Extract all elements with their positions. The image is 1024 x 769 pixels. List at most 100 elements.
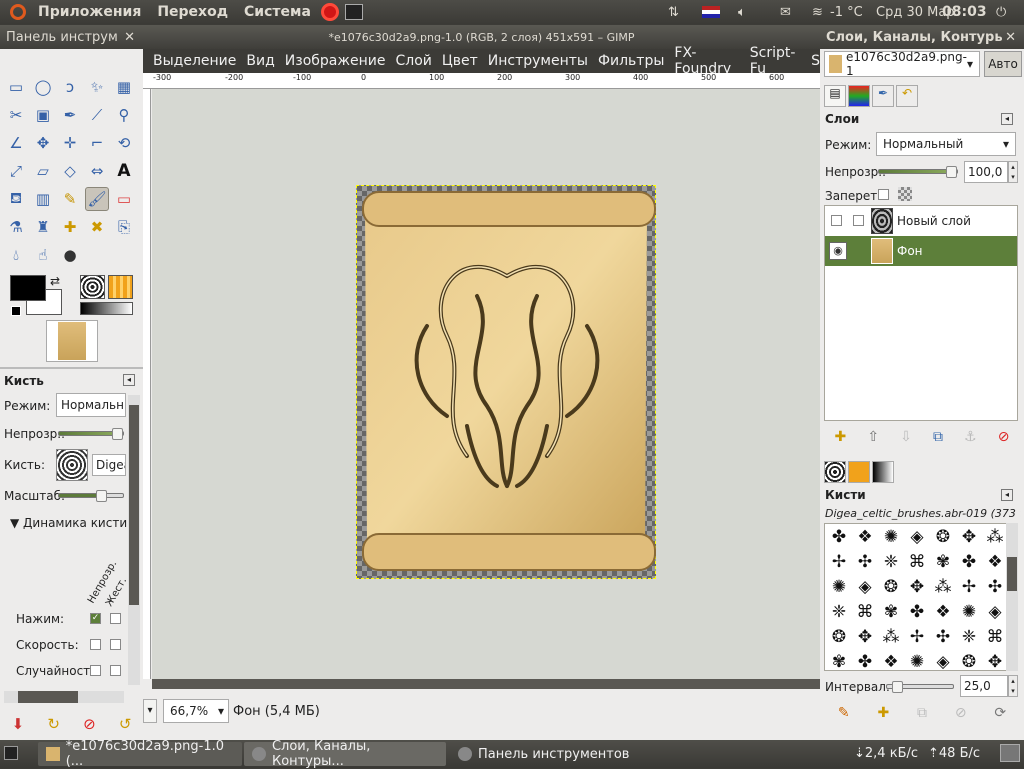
spacing-spinner[interactable]: ▴ ▾ <box>1008 675 1018 697</box>
blur-icon[interactable]: 💧︎ <box>4 243 28 267</box>
brush-thumbnail[interactable]: ✤ <box>957 551 981 574</box>
tab-channels[interactable] <box>848 85 870 107</box>
brush-thumbnail[interactable]: ✺ <box>879 526 903 549</box>
brush-thumbnail[interactable]: ❖ <box>983 551 1007 574</box>
duplicate-layer-icon[interactable]: ⧉ <box>933 429 943 445</box>
chevron-down-icon[interactable]: ▾ <box>218 704 224 718</box>
canvas-hscrollbar[interactable] <box>152 679 820 689</box>
pressure-opacity-checkbox[interactable]: ✓ <box>90 613 101 624</box>
brush-thumbnail[interactable]: ✣ <box>983 576 1007 599</box>
layer-visibility-toggle[interactable] <box>831 215 842 226</box>
clone-icon[interactable]: ✚ <box>58 215 82 239</box>
smudge-icon[interactable]: ☝ <box>31 243 55 267</box>
terminal-icon[interactable] <box>344 4 363 20</box>
tab-undo[interactable]: ↶ <box>896 85 918 107</box>
eye-icon[interactable]: ◉ <box>829 242 847 260</box>
new-layer-icon[interactable]: ✚ <box>835 429 847 445</box>
clock[interactable]: 08:03 <box>942 0 987 24</box>
brush-thumbnail[interactable]: ✥ <box>983 651 1007 670</box>
save-options-icon[interactable]: ⬇ <box>12 715 25 733</box>
brush-thumbnail[interactable]: ⌘ <box>853 601 877 624</box>
brush-thumbnail[interactable]: ✢ <box>827 551 851 574</box>
brush-thumbnail[interactable]: ❂ <box>827 626 851 649</box>
foreground-select-icon[interactable]: ▣ <box>31 103 55 127</box>
scissors-icon[interactable]: ✂ <box>4 103 28 127</box>
brush-thumbnail[interactable]: ❖ <box>853 526 877 549</box>
raise-layer-icon[interactable]: ⇧ <box>867 429 879 445</box>
brush-thumbnail[interactable]: ⁂ <box>983 526 1007 549</box>
airbrush-icon[interactable]: ⚗ <box>4 215 28 239</box>
paths-icon[interactable]: ✒ <box>58 103 82 127</box>
menu-image[interactable]: Изображение <box>285 53 386 69</box>
layer-opacity-field[interactable]: 100,0 <box>964 161 1008 183</box>
perspective-icon[interactable]: ◇ <box>58 159 82 183</box>
image-select[interactable]: e1076c30d2a9.png-1 ▾ <box>824 50 980 78</box>
spacing-field[interactable]: 25,0 <box>960 675 1008 697</box>
brush-thumbnail[interactable]: ❂ <box>879 576 903 599</box>
keyboard-flag-icon[interactable] <box>702 0 720 24</box>
velocity-opacity-checkbox[interactable] <box>90 639 101 650</box>
task-item[interactable]: *e1076c30d2a9.png-1.0 (... <box>38 739 242 769</box>
volume-icon[interactable]: 🔈︎ <box>738 0 746 24</box>
image-canvas[interactable] <box>152 89 820 679</box>
tab-patterns[interactable] <box>848 461 870 483</box>
auto-button[interactable]: Авто <box>984 51 1022 77</box>
brush-thumbnail[interactable]: ✺ <box>957 601 981 624</box>
heal-icon[interactable]: ✖ <box>85 215 109 239</box>
perspective-clone-icon[interactable]: ⎘ <box>112 215 136 239</box>
rotate-icon[interactable]: ⟲ <box>112 131 136 155</box>
opacity-slider-handle[interactable] <box>112 428 123 440</box>
brush-thumbnail[interactable]: ✣ <box>853 551 877 574</box>
lock-alpha-checkbox[interactable] <box>878 189 889 200</box>
brush-thumbnail[interactable]: ⌘ <box>983 626 1007 649</box>
brush-thumbnail[interactable]: ✺ <box>827 576 851 599</box>
menu-places[interactable]: Переход <box>157 4 228 20</box>
tab-layers[interactable]: ▤ <box>824 85 846 107</box>
pressure-hardness-checkbox[interactable] <box>110 613 121 624</box>
brush-thumbnail[interactable]: ❂ <box>957 651 981 670</box>
random-hardness-checkbox[interactable] <box>110 665 121 676</box>
unit-select[interactable]: ▾ <box>143 699 157 723</box>
gradient-icon[interactable]: ▥ <box>31 187 55 211</box>
panel-menu-icon[interactable]: ◂ <box>1001 489 1013 501</box>
brush-thumbnail[interactable]: ✺ <box>905 651 929 670</box>
brush-thumbnail[interactable]: ❖ <box>879 651 903 670</box>
brush-thumbnail[interactable]: ⁂ <box>931 576 955 599</box>
brush-thumbnail[interactable]: ✥ <box>853 626 877 649</box>
brush-thumbnail[interactable]: ❈ <box>827 601 851 624</box>
duplicate-brush-icon[interactable]: ⧉ <box>917 705 927 721</box>
paintbrush-icon[interactable]: 🖌︎ <box>85 187 109 211</box>
horizontal-ruler[interactable]: -300 -200 -100 0 100 200 300 400 500 600 <box>143 73 820 89</box>
brush-thumbnail[interactable]: ✥ <box>905 576 929 599</box>
brush-preview[interactable] <box>56 449 88 481</box>
zoom-select[interactable]: 66,7% ▾ <box>163 699 229 723</box>
brush-thumbnail[interactable]: ✣ <box>931 626 955 649</box>
measure-icon[interactable]: ∠ <box>4 131 28 155</box>
menu-colors[interactable]: Цвет <box>442 53 478 69</box>
dynamics-expander[interactable]: ▼ Динамика кисти <box>10 516 127 530</box>
brush-thumbnail[interactable]: ◈ <box>853 576 877 599</box>
flip-icon[interactable]: ⇔ <box>85 159 109 183</box>
anchor-layer-icon[interactable]: ⚓︎ <box>964 429 977 445</box>
tab-gradients[interactable] <box>872 461 894 483</box>
panel-menu-icon[interactable]: ◂ <box>1001 113 1013 125</box>
crop-icon[interactable]: ⌐ <box>85 131 109 155</box>
menu-layer[interactable]: Слой <box>395 53 431 69</box>
brush-thumbnail[interactable]: ❖ <box>931 601 955 624</box>
brush-thumbnail[interactable]: ⌘ <box>905 551 929 574</box>
menu-overflow[interactable]: S <box>811 53 820 69</box>
brush-thumbnail[interactable]: ✾ <box>827 651 851 670</box>
trash-icon[interactable] <box>1000 744 1020 762</box>
brush-thumbnail[interactable]: ✾ <box>879 601 903 624</box>
mail-icon[interactable]: ✉ <box>780 0 791 24</box>
brush-thumbnail[interactable]: ❂ <box>931 526 955 549</box>
close-icon[interactable]: ✕ <box>124 30 135 45</box>
active-pattern-preview[interactable] <box>108 275 133 299</box>
layer-row-selected[interactable]: ◉ Фон <box>825 236 1017 266</box>
new-brush-icon[interactable]: ✚ <box>877 705 889 721</box>
layer-name[interactable]: Фон <box>897 244 923 258</box>
delete-brush-icon[interactable]: ⊘ <box>955 705 967 721</box>
layer-mode-select[interactable]: Нормальный ▾ <box>876 132 1016 156</box>
refresh-brushes-icon[interactable]: ⟳ <box>994 705 1006 721</box>
brush-grid[interactable]: ✤ ❖ ✺ ◈ ❂ ✥ ⁂ ✢ ✣ ❈ ⌘ ✾ ✤ ❖ ✺ ◈ ❂ ✥ ⁂ ✢ ✣ ❈ ⌘ ✾ ✤ ❖ ✺ ◈ ❂ ✥ ⁂ ✢ ✣ ❈ ⌘ ✾ ✤ ❖ ✺ ◈… <box>824 523 1018 671</box>
